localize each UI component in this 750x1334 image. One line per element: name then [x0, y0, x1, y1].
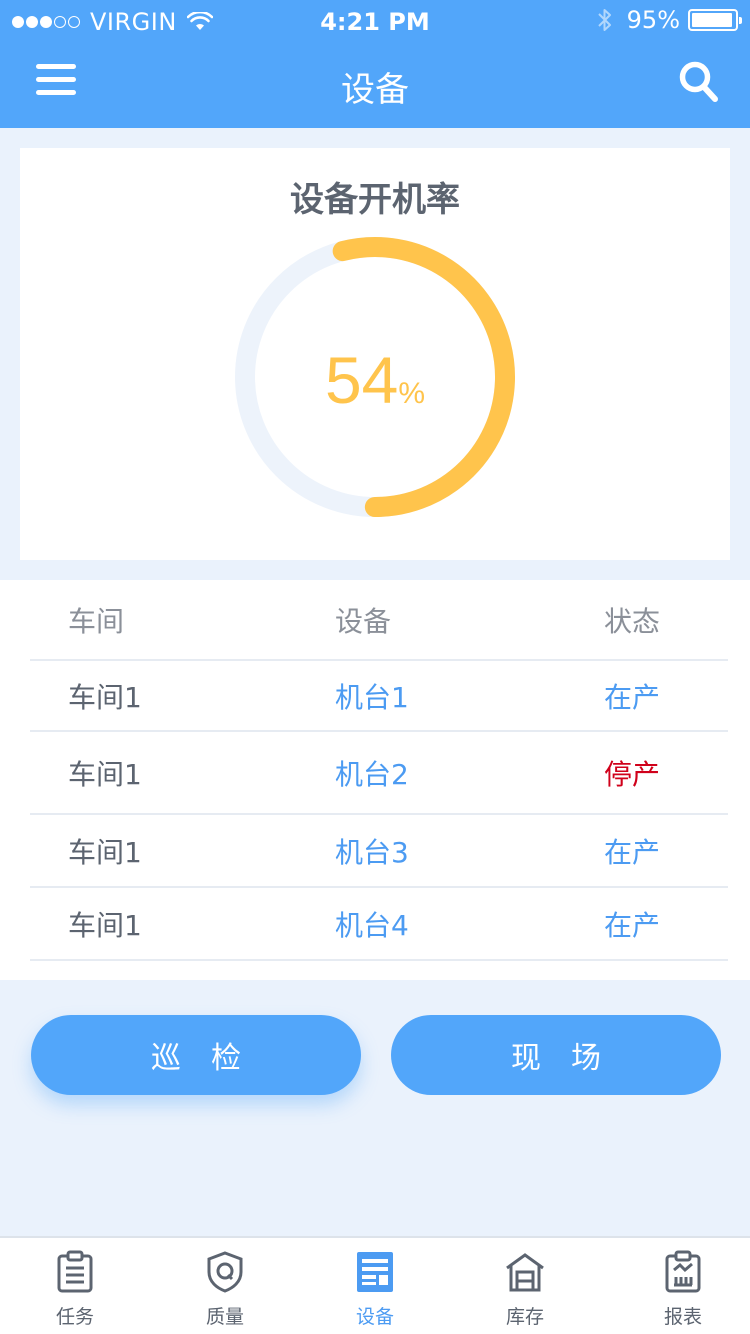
uptime-unit: % [398, 377, 426, 410]
row-device[interactable]: 机台3 [335, 815, 409, 886]
table-row[interactable]: 车间1 机台4 在产 [30, 888, 728, 961]
site-button[interactable]: 现场 [391, 1015, 721, 1095]
equipment-table: 车间 设备 状态 车间1 机台1 在产 车间1 机台2 停产 车间1 机台3 在… [0, 580, 750, 980]
table-row[interactable]: 车间1 机台1 在产 [30, 662, 728, 732]
tab-tasks[interactable]: 任务 [0, 1238, 150, 1334]
row-status: 在产 [604, 835, 661, 869]
tab-label: 任务 [55, 1306, 94, 1328]
header-workshop: 车间 [68, 604, 125, 638]
shield-q-icon [207, 1251, 243, 1293]
status-bar: VIRGIN 4:21 PM 95% [0, 0, 750, 40]
tab-equipment[interactable]: 设备 [300, 1238, 450, 1334]
status-right: 95% [597, 6, 742, 34]
table-header: 车间 设备 状态 [30, 580, 728, 661]
uptime-title: 设备开机率 [290, 180, 460, 220]
tab-label: 质量 [205, 1306, 244, 1328]
battery-icon [688, 9, 742, 31]
table-row[interactable]: 车间1 机台3 在产 [30, 815, 728, 888]
clipboard-list-icon [57, 1250, 93, 1293]
bluetooth-icon [597, 9, 611, 31]
table-row[interactable]: 车间1 机台2 停产 [30, 732, 728, 815]
row-device[interactable]: 机台4 [335, 888, 409, 959]
tab-inventory[interactable]: 库存 [450, 1238, 600, 1334]
warehouse-icon [506, 1253, 544, 1292]
report-clipboard-icon [665, 1250, 701, 1293]
header-status: 状态 [604, 604, 661, 638]
patrol-button[interactable]: 巡检 [31, 1015, 361, 1095]
battery-level [692, 13, 732, 27]
nav-bar: 设备 [0, 40, 750, 128]
row-device[interactable]: 机台2 [335, 732, 409, 813]
battery-percent: 95% [626, 6, 680, 34]
tab-label: 报表 [663, 1306, 702, 1328]
row-workshop: 车间1 [68, 757, 142, 791]
row-device[interactable]: 机台1 [335, 662, 409, 730]
row-status: 停产 [604, 757, 661, 791]
row-workshop: 车间1 [68, 908, 142, 942]
tab-reports[interactable]: 报表 [608, 1238, 750, 1334]
tab-label: 库存 [505, 1306, 544, 1328]
tab-bar: 任务 质量 设备 库存 报表 [0, 1236, 750, 1334]
row-workshop: 车间1 [68, 681, 142, 714]
tab-label: 设备 [355, 1306, 394, 1328]
page-title: 设备 [341, 70, 409, 110]
row-status: 在产 [604, 908, 661, 942]
app-header: VIRGIN 4:21 PM 95% 设备 [0, 0, 750, 128]
uptime-value: 54% [234, 342, 516, 418]
equipment-icon [357, 1252, 393, 1292]
tab-quality[interactable]: 质量 [150, 1238, 300, 1334]
uptime-number: 54 [324, 343, 399, 417]
row-status: 在产 [604, 681, 661, 714]
header-device: 设备 [335, 604, 392, 638]
uptime-card: 设备开机率 54% [20, 148, 730, 560]
row-workshop: 车间1 [68, 835, 142, 869]
search-icon[interactable] [678, 60, 720, 104]
